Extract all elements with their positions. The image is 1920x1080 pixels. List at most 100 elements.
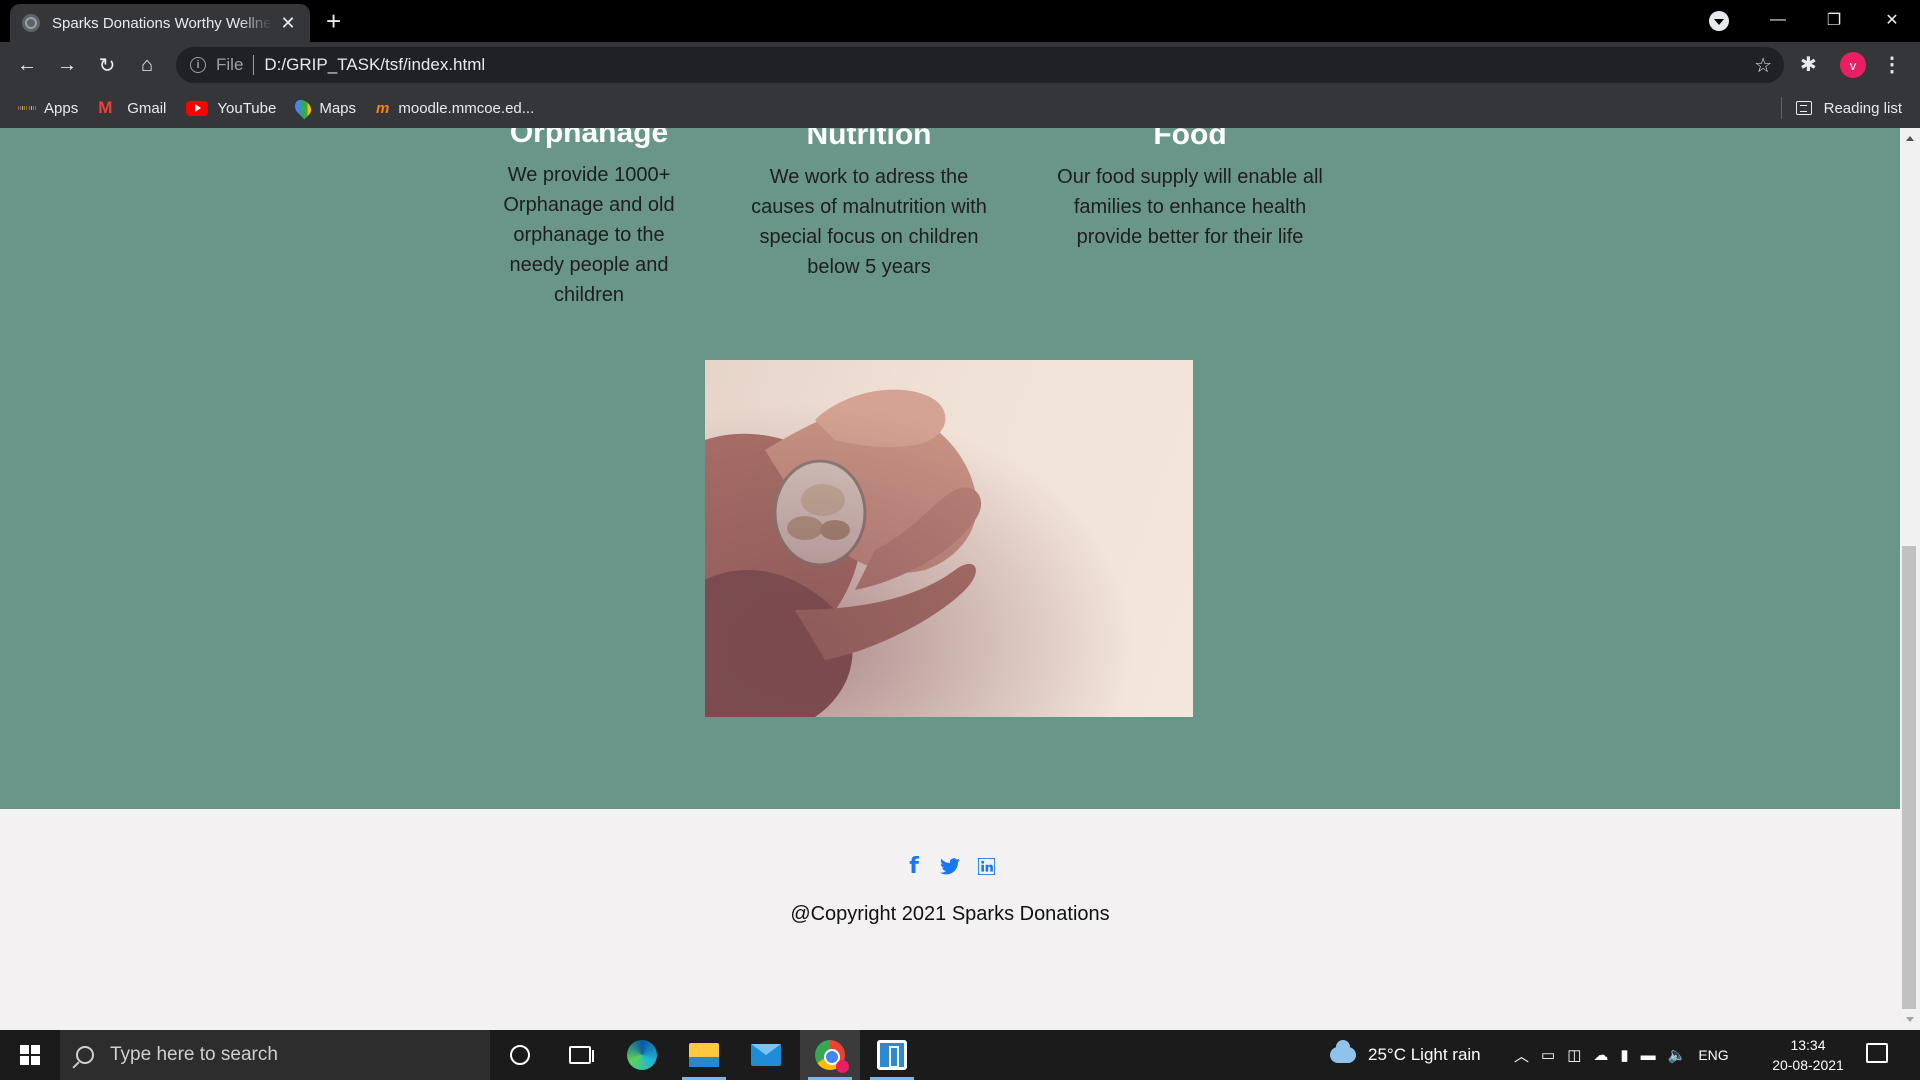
notification-center-icon[interactable] (1866, 1043, 1888, 1063)
apps-grid-icon (18, 100, 35, 117)
profile-avatar[interactable]: v (1840, 52, 1866, 78)
bookmarks-divider (1780, 97, 1782, 119)
bookmark-maps[interactable]: Maps (292, 96, 357, 120)
volume-icon[interactable]: 🔈 (1668, 1046, 1687, 1064)
clock-time: 13:34 (1790, 1037, 1826, 1053)
address-scheme: File (216, 55, 244, 74)
profile-badge-icon (836, 1060, 849, 1073)
bookmark-star-icon[interactable]: ☆ (1754, 53, 1772, 78)
bookmark-gmail[interactable]: Gmail (98, 98, 167, 118)
address-divider (253, 55, 255, 75)
new-tab-button[interactable]: + (326, 8, 341, 34)
battery-icon[interactable]: ▬ (1641, 1047, 1656, 1064)
microphone-icon[interactable]: ▮ (1620, 1046, 1628, 1064)
onedrive-icon[interactable]: ☁ (1593, 1046, 1608, 1064)
taskbar-search-placeholder: Type here to search (110, 1044, 278, 1065)
twitter-icon[interactable] (939, 855, 961, 877)
taskbar-clock[interactable]: 13:34 20-08-2021 (1760, 1035, 1856, 1075)
tab-title: Sparks Donations Worthy Wellness (52, 14, 272, 32)
maps-icon (292, 96, 315, 120)
taskbar-search[interactable]: Type here to search (60, 1030, 490, 1080)
taskbar-edge[interactable] (612, 1030, 672, 1080)
edge-icon (627, 1040, 657, 1070)
bookmarks-bar: Apps Gmail YouTube Maps m moodle.mmcoe.e… (0, 88, 1920, 128)
taskbar-mail[interactable] (736, 1030, 796, 1080)
system-tray: ︿ ▭ ◫ ☁ ▮ ▬ 🔈 ENG (1508, 1030, 1735, 1080)
task-view-icon (569, 1046, 594, 1064)
donation-hands-image (705, 360, 1193, 717)
restore-button[interactable]: ❐ (1806, 0, 1862, 40)
linkedin-icon[interactable] (975, 855, 997, 877)
bookmark-apps[interactable]: Apps (18, 100, 78, 117)
moodle-icon: m (376, 99, 390, 117)
scroll-up-arrow-icon[interactable] (1906, 136, 1914, 141)
task-view-button[interactable] (550, 1030, 610, 1080)
tab-strip: Sparks Donations Worthy Wellness ✕ + — ❐… (0, 0, 1920, 42)
feature-title: Nutrition (806, 128, 932, 151)
copyright-text: @Copyright 2021 Sparks Donations (790, 903, 1110, 925)
network-icon[interactable]: ▭ (1541, 1046, 1555, 1064)
chevron-up-icon[interactable]: ︿ (1514, 1045, 1529, 1066)
taskbar-file-explorer[interactable] (674, 1030, 734, 1080)
reading-list-icon (1795, 101, 1812, 115)
scrollbar-thumb[interactable] (1902, 546, 1916, 1009)
scroll-down-arrow-icon[interactable] (1906, 1017, 1914, 1022)
windows-taskbar: Type here to search 25°C Light rain ︿ ▭ … (0, 1030, 1920, 1080)
cortana-button[interactable] (490, 1030, 550, 1080)
taskbar-chrome[interactable] (800, 1030, 860, 1080)
facebook-icon[interactable]: f (903, 854, 925, 879)
tab-search-icon[interactable] (1709, 11, 1729, 31)
taskbar-app[interactable] (862, 1030, 922, 1080)
bookmark-label: YouTube (217, 99, 277, 117)
page-favicon-icon (22, 14, 40, 32)
search-icon (76, 1046, 94, 1064)
extensions-puzzle-icon[interactable]: ✱ (1800, 52, 1817, 77)
back-arrow-icon[interactable]: ← (12, 50, 42, 80)
bookmark-label: Gmail (127, 99, 167, 117)
bookmark-moodle[interactable]: m moodle.mmcoe.ed... (376, 100, 534, 117)
cloud-rain-icon (1330, 1040, 1356, 1063)
feature-text: We provide 1000+ Orphanage and old orpha… (503, 164, 675, 306)
meet-now-icon[interactable]: ◫ (1567, 1046, 1581, 1064)
weather-widget[interactable]: 25°C Light rain (1330, 1030, 1481, 1080)
gmail-icon (98, 98, 118, 118)
page-viewport: Orphanage We provide 1000+ Orphanage and… (0, 128, 1920, 1030)
bookmark-label: Maps (319, 99, 357, 117)
reload-icon[interactable]: ↻ (92, 50, 122, 80)
services-section: Orphanage We provide 1000+ Orphanage and… (0, 128, 1900, 809)
windows-logo-icon (20, 1045, 40, 1065)
feature-nutrition: Nutrition We work to adress the causes o… (740, 128, 998, 282)
address-bar[interactable]: i File D:/GRIP_TASK/tsf/index.html ☆ (176, 47, 1784, 83)
reading-list-button[interactable]: Reading list (1780, 88, 1902, 128)
reading-list-label: Reading list (1823, 99, 1902, 117)
bookmark-label: moodle.mmcoe.ed... (398, 99, 535, 117)
address-url[interactable]: D:/GRIP_TASK/tsf/index.html (264, 55, 485, 75)
social-links: f (0, 854, 1900, 879)
feature-title: Food (1153, 128, 1227, 151)
tab-close-icon[interactable]: ✕ (278, 13, 298, 34)
bookmark-youtube[interactable]: YouTube (186, 100, 276, 117)
feature-title: Orphanage (509, 128, 669, 149)
window-close-button[interactable]: ✕ (1864, 0, 1920, 40)
footer: f @Copyright 2021 Sparks Donations (0, 809, 1900, 1030)
home-icon[interactable]: ⌂ (132, 50, 162, 80)
kebab-menu-icon[interactable]: ⋮ (1882, 52, 1902, 77)
image-shading (705, 360, 1193, 717)
mail-icon (751, 1044, 781, 1066)
youtube-icon (186, 100, 209, 116)
app-icon (877, 1040, 907, 1070)
cortana-icon (510, 1045, 530, 1065)
site-info-icon[interactable]: i (190, 57, 206, 73)
page-scrollbar[interactable] (1900, 128, 1920, 1030)
forward-arrow-icon[interactable]: → (52, 50, 82, 80)
language-indicator[interactable]: ENG (1698, 1047, 1728, 1063)
browser-toolbar: ← → ↻ ⌂ i File D:/GRIP_TASK/tsf/index.ht… (0, 42, 1920, 88)
browser-tab[interactable]: Sparks Donations Worthy Wellness ✕ (10, 4, 310, 42)
chrome-icon (815, 1040, 849, 1073)
clock-date: 20-08-2021 (1772, 1057, 1844, 1073)
bookmark-label: Apps (44, 99, 79, 117)
start-button[interactable] (0, 1030, 60, 1080)
minimize-button[interactable]: — (1750, 0, 1806, 40)
weather-text: 25°C Light rain (1368, 1045, 1481, 1064)
feature-orphanage: Orphanage We provide 1000+ Orphanage and… (490, 128, 688, 310)
